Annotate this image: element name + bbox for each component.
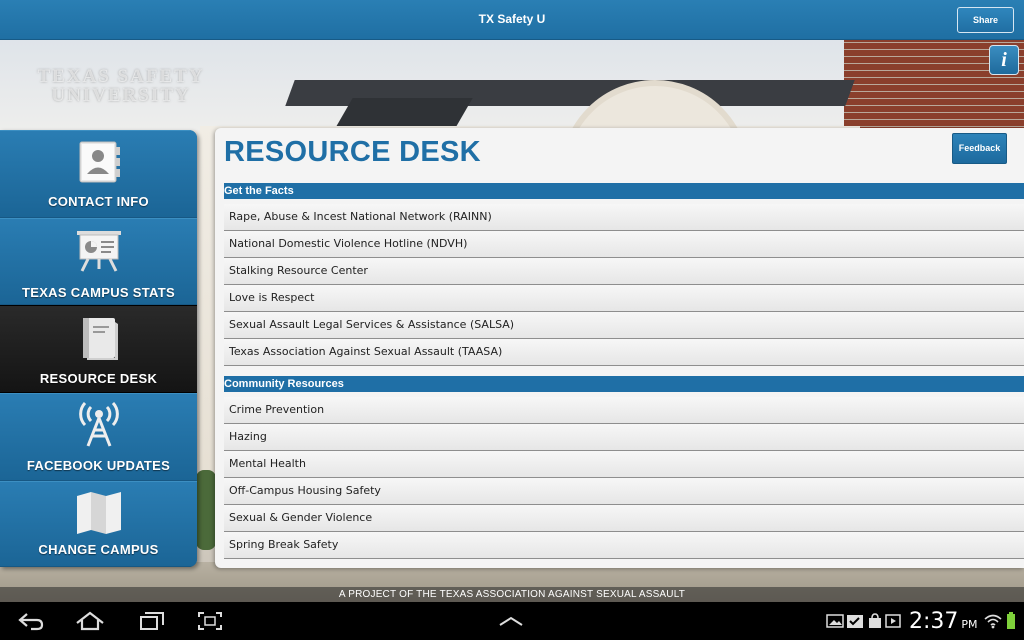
footer-credit: A PROJECT OF THE TEXAS ASSOCIATION AGAIN… [0, 587, 1024, 602]
sidebar-item-facebook-updates[interactable]: FACEBOOK UPDATES [0, 393, 197, 481]
presentation-board-icon [0, 227, 197, 273]
share-button[interactable]: Share [957, 7, 1014, 33]
list-item[interactable]: Crime Prevention [224, 397, 1024, 424]
list-item[interactable]: Off-Campus Housing Safety [224, 478, 1024, 505]
clock-ampm: PM [961, 618, 978, 631]
list-item[interactable]: Texas Association Against Sexual Assault… [224, 339, 1024, 366]
section-header-get-the-facts: Get the Facts [224, 183, 1024, 199]
list-item[interactable]: Love is Respect [224, 285, 1024, 312]
page-title: RESOURCE DESK [224, 136, 481, 168]
app-title: TX Safety U [478, 12, 546, 26]
wifi-icon [984, 610, 1002, 632]
back-icon[interactable] [16, 610, 46, 632]
sidebar-item-label: RESOURCE DESK [39, 371, 158, 386]
system-navigation-bar: 2:37 PM [0, 602, 1024, 640]
section-header-community-resources: Community Resources [224, 376, 1024, 392]
list-item[interactable]: Sexual Assault Legal Services & Assistan… [224, 312, 1024, 339]
info-button[interactable]: i [989, 45, 1019, 75]
sidebar-item-resource-desk[interactable]: RESOURCE DESK [0, 305, 197, 393]
battery-icon [1004, 610, 1018, 632]
shrub [196, 470, 216, 550]
sidebar-item-texas-campus-stats[interactable]: TEXAS CAMPUS STATS [0, 218, 197, 305]
sidebar-nav: CONTACT INFO TEXAS CAMPUS STATS RESOURCE… [0, 130, 197, 567]
chevron-up-icon[interactable] [496, 610, 526, 632]
gallery-icon [826, 610, 844, 632]
resource-desk-panel: RESOURCE DESK Feedback Get the Facts Rap… [215, 128, 1024, 568]
sidebar-item-label: TEXAS CAMPUS STATS [22, 285, 175, 300]
sidebar-item-contact-info[interactable]: CONTACT INFO [0, 130, 197, 218]
list-item[interactable]: National Domestic Violence Hotline (NDVH… [224, 231, 1024, 258]
home-icon[interactable] [74, 610, 106, 632]
list-item[interactable]: Sexual & Gender Violence [224, 505, 1024, 532]
clock-time: 2:37 [909, 609, 959, 634]
book-icon [0, 314, 197, 360]
sidebar-item-label: CHANGE CAMPUS [38, 542, 159, 557]
broadcast-tower-icon [0, 402, 197, 448]
feedback-button[interactable]: Feedback [952, 133, 1007, 164]
logo-line-2: UNIVERSITY [51, 85, 191, 106]
app-bar: TX Safety U Share [0, 0, 1024, 40]
screenshot-icon[interactable] [195, 610, 225, 632]
sidebar-item-label: FACEBOOK UPDATES [26, 458, 171, 473]
status-clock: 2:37 PM [909, 609, 978, 634]
checklist-icon [846, 610, 864, 632]
list-item[interactable]: Stalking Resource Center [224, 258, 1024, 285]
sidebar-item-label: CONTACT INFO [48, 194, 149, 209]
bag-icon [866, 610, 884, 632]
contact-book-icon [0, 139, 197, 185]
recent-apps-icon[interactable] [137, 610, 167, 632]
list-item[interactable]: Hazing [224, 424, 1024, 451]
logo-line-1: TEXAS SAFETY [37, 66, 205, 87]
list-item[interactable]: Rape, Abuse & Incest National Network (R… [224, 204, 1024, 231]
sync-icon [888, 610, 906, 632]
sidebar-item-change-campus[interactable]: CHANGE CAMPUS [0, 481, 197, 567]
list-item[interactable]: Mental Health [224, 451, 1024, 478]
texas-safety-university-logo: TEXAS SAFETY UNIVERSITY [16, 67, 226, 105]
list-item[interactable]: Spring Break Safety [224, 532, 1024, 559]
map-icon [0, 490, 197, 536]
